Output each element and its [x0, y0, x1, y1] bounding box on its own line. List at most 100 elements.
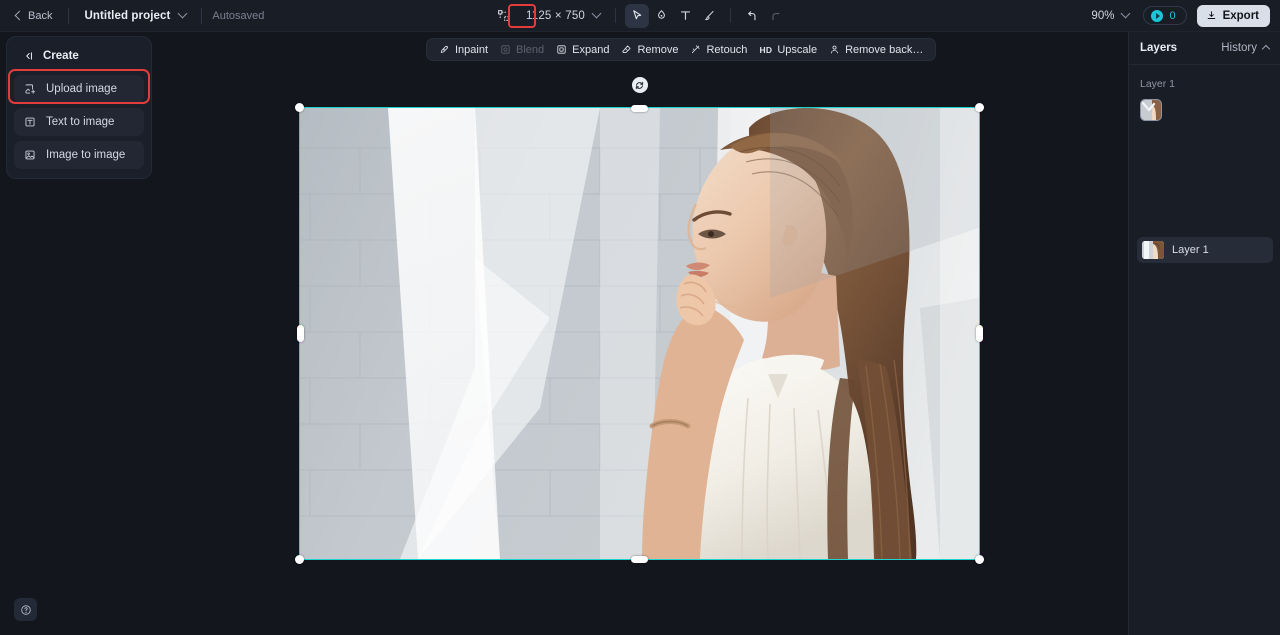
remove-label: Remove [637, 43, 679, 56]
resize-handle-bottom-right[interactable] [975, 555, 984, 564]
redo-arrow-icon [772, 12, 780, 20]
image-to-image-label: Image to image [46, 149, 126, 161]
export-label: Export [1222, 9, 1259, 22]
inpaint-button[interactable]: Inpaint [433, 41, 494, 59]
shape-tool-button[interactable] [649, 4, 673, 28]
rotate-handle[interactable] [631, 77, 648, 93]
expand-label: Expand [572, 43, 610, 56]
blend-label: Blend [516, 43, 545, 56]
divider [615, 8, 617, 23]
history-tab[interactable]: History [1221, 42, 1271, 54]
credits-badge[interactable]: 0 [1143, 6, 1187, 25]
help-button[interactable] [14, 598, 37, 621]
layers-panel-header: Layers History [1129, 32, 1280, 65]
resize-handle-bottom-center[interactable] [631, 555, 648, 563]
app-root: Back Untitled project Autosaved 1125 × 7… [0, 0, 1280, 635]
chevron-down-icon [591, 8, 602, 19]
redo-button[interactable] [764, 4, 788, 28]
divider [68, 7, 70, 24]
resize-handle-top-center[interactable] [631, 104, 648, 112]
project-name: Untitled project [84, 9, 171, 22]
layer-thumbnail-image [1141, 100, 1161, 120]
select-tool-button[interactable] [625, 3, 650, 28]
upscale-label: Upscale [777, 43, 818, 56]
remove-button[interactable]: Remove [615, 41, 684, 59]
top-bar-right: 90% 0 Export [1085, 4, 1270, 27]
remove-background-button[interactable]: Remove back… [823, 41, 929, 59]
blend-button[interactable]: Blend [494, 41, 550, 59]
resize-handle-right-middle[interactable] [975, 325, 983, 342]
inpaint-label: Inpaint [455, 43, 489, 56]
inpaint-icon [440, 45, 448, 53]
artboard-resize-button[interactable] [492, 5, 514, 27]
canvas-area[interactable] [0, 32, 1128, 635]
layer-item-label: Layer 1 [1172, 244, 1209, 256]
undo-arrow-icon [748, 10, 756, 20]
text-t-icon [680, 11, 690, 20]
remove-background-label: Remove back… [845, 43, 924, 56]
create-panel-title: Create [43, 50, 79, 62]
autosaved-status: Autosaved [212, 9, 265, 22]
expand-button[interactable]: Expand [550, 41, 615, 59]
help-question-icon [20, 604, 31, 615]
artboard-resize-icon [497, 10, 509, 21]
top-bar: Back Untitled project Autosaved 1125 × 7… [0, 0, 1280, 32]
layers-panel: Layers History Layer 1 Layer 1 [1128, 32, 1280, 635]
create-panel-header[interactable]: Create [14, 44, 144, 70]
expand-icon [557, 45, 566, 54]
layer-section-label: Layer 1 [1140, 78, 1176, 90]
blend-icon [501, 45, 510, 54]
brush-icon [704, 11, 714, 21]
divider [730, 8, 732, 23]
top-bar-left: Back Untitled project Autosaved [0, 6, 264, 26]
text-to-image-icon [25, 117, 35, 127]
divider [201, 7, 203, 24]
zoom-level-dropdown[interactable]: 90% [1085, 7, 1135, 25]
eraser-icon [622, 45, 631, 53]
back-button[interactable]: Back [10, 6, 58, 26]
canvas-size-value: 1125 × 750 [525, 9, 586, 22]
photo-illustration [300, 108, 979, 559]
remove-background-icon [831, 45, 839, 54]
collapse-panel-icon [26, 52, 32, 60]
image-to-image-icon [25, 150, 35, 160]
brush-tool-button[interactable] [697, 4, 721, 28]
upscale-button[interactable]: HD Upscale [753, 41, 823, 59]
export-button[interactable]: Export [1196, 4, 1270, 27]
project-name-dropdown[interactable]: Untitled project [79, 7, 191, 25]
resize-handle-top-left[interactable] [295, 103, 304, 112]
layer-thumbnail-large[interactable] [1140, 99, 1162, 121]
text-to-image-button[interactable]: Text to image [14, 108, 144, 136]
resize-handle-left-middle[interactable] [296, 325, 304, 342]
image-to-image-button[interactable]: Image to image [14, 141, 144, 169]
chevron-up-icon [1261, 44, 1271, 54]
retouch-icon [692, 45, 700, 54]
upload-image-label: Upload image [46, 83, 117, 95]
resize-handle-bottom-left[interactable] [295, 555, 304, 564]
upload-image-button[interactable]: Upload image [14, 75, 144, 103]
rotate-icon [635, 81, 644, 89]
layers-tab[interactable]: Layers [1140, 42, 1177, 54]
zoom-level-value: 90% [1091, 9, 1115, 22]
canvas-size-dropdown[interactable]: 1125 × 750 [514, 7, 606, 25]
selected-image-object[interactable] [295, 77, 984, 564]
hd-badge: HD [759, 44, 773, 55]
top-bar-center: 1125 × 750 [492, 3, 788, 28]
undo-button[interactable] [740, 4, 764, 28]
text-to-image-label: Text to image [46, 116, 115, 128]
credit-token-icon [1151, 9, 1164, 22]
layer-item-thumbnail [1142, 241, 1164, 259]
download-icon [1207, 11, 1215, 19]
layer-item-thumbnail-image [1142, 241, 1164, 259]
image-action-toolbar: Inpaint Blend Expand Remove Retouch HD U… [426, 38, 937, 61]
layer-list-item[interactable]: Layer 1 [1137, 237, 1273, 263]
chevron-down-icon [1121, 8, 1131, 19]
create-panel: Create Upload image Text to image Image … [6, 36, 152, 179]
resize-handle-top-right[interactable] [975, 103, 984, 112]
chevron-down-icon [177, 8, 188, 19]
blob-icon [657, 10, 665, 19]
retouch-button[interactable]: Retouch [684, 41, 753, 59]
text-tool-button[interactable] [673, 4, 697, 28]
canvas-image[interactable] [300, 108, 979, 559]
history-label: History [1221, 42, 1257, 54]
